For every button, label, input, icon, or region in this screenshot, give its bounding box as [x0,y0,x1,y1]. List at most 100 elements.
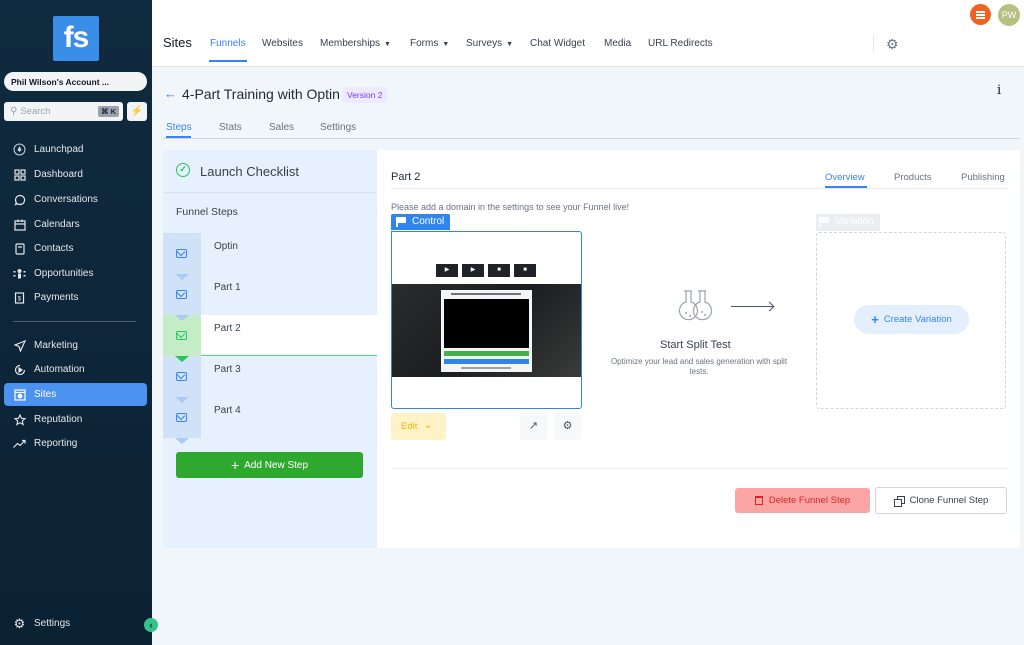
tab-publishing[interactable]: Publishing [961,172,1005,183]
sidebar-item-contacts[interactable]: Contacts [4,237,147,260]
sidebar-item-opportunities[interactable]: Opportunities [4,262,147,285]
sidebar-item-reputation[interactable]: Reputation [4,408,147,431]
funnel-step[interactable]: Part 3 [163,356,377,403]
account-switcher[interactable]: Phil Wilson's Account ... [4,72,147,91]
funnel-steps-panel: ✓ Launch Checklist Funnel Steps Optin Pa… [163,150,377,548]
sidebar-item-payments[interactable]: $ Payments [4,286,147,309]
lock-icon: ■ [488,264,510,277]
info-icon[interactable]: i [997,83,1001,98]
trend-icon [13,437,26,450]
gear-icon: ⚙ [13,615,26,631]
tab-products[interactable]: Products [894,172,932,183]
funnel-step-active[interactable]: Part 2 [163,315,377,362]
sidebar-item-label: Calendars [34,219,80,230]
launch-checklist[interactable]: ✓ Launch Checklist [163,150,377,193]
funnel-step[interactable]: Part 1 [163,274,377,321]
chat-icon [13,193,26,206]
sidebar-item-calendars[interactable]: Calendars [4,213,147,236]
sidebar-item-label: Automation [34,364,85,375]
chevron-down-icon: ▼ [506,41,514,48]
mail-icon [176,249,187,258]
split-test-description: Optimize your lead and sales generation … [610,357,788,376]
edit-dropdown-button[interactable]: Edit ⌄ [391,413,446,440]
quick-action-button[interactable]: ⚡ [127,102,147,121]
step-connector [175,356,189,362]
avatar[interactable]: PW [998,4,1020,26]
step-settings-button[interactable]: ⚙ [554,413,581,440]
chevron-down-icon: ⌄ [424,420,433,431]
logo: fs [53,16,99,61]
mail-icon [176,372,187,381]
sidebar-item-reporting[interactable]: Reporting [4,432,147,455]
top-nav-websites[interactable]: Websites [262,38,303,49]
step-title: Part 2 [391,171,421,183]
sidebar-item-conversations[interactable]: Conversations [4,188,147,211]
sidebar-item-dashboard[interactable]: Dashboard [4,163,147,186]
tab-stats[interactable]: Stats [219,122,242,133]
open-external-button[interactable]: ↗ [520,413,547,440]
star-icon [13,413,26,426]
delete-funnel-step-button[interactable]: Delete Funnel Step [735,488,870,513]
automation-icon [13,363,26,376]
sidebar-item-sites[interactable]: Sites [4,383,147,406]
step-detail-card: Part 2 Overview Products Publishing Plea… [377,150,1020,548]
sidebar-item-automation[interactable]: Automation [4,358,147,381]
plus-icon: + [871,312,879,327]
top-nav-chat-widget[interactable]: Chat Widget [530,38,585,49]
tab-sales[interactable]: Sales [269,122,294,133]
top-nav-media[interactable]: Media [604,38,631,49]
notifications-button[interactable] [970,4,991,25]
flask-icon [678,290,713,321]
collapse-sidebar-button[interactable]: ‹ [144,618,158,632]
sidebar-divider [13,321,136,322]
top-nav-memberships[interactable]: Memberships ▼ [320,38,391,49]
sites-settings-button[interactable]: ⚙ [886,36,899,54]
mail-icon [176,413,187,422]
search-input[interactable]: ⚲ Search ⌘ K [4,102,123,121]
top-nav-surveys[interactable]: Surveys ▼ [466,38,513,49]
control-tag: Control [391,214,451,230]
step-connector [175,315,189,321]
clone-funnel-step-button[interactable]: Clone Funnel Step [875,487,1007,514]
sidebar-item-launchpad[interactable]: Launchpad [4,138,147,161]
tabs-divider [163,138,1020,139]
variation-placeholder: + Create Variation [816,232,1006,409]
chevron-left-icon: ‹ [149,620,153,630]
calendar-icon [13,218,26,231]
gear-icon: ⚙ [562,420,573,432]
send-icon [13,339,26,352]
funnel-step[interactable]: Part 4 [163,397,377,444]
payments-icon: $ [13,291,26,304]
tab-settings[interactable]: Settings [320,122,356,133]
play-icon: ▶ [462,264,484,277]
rocket-icon [13,143,26,156]
sidebar-item-label: Reporting [34,438,78,449]
step-label: Part 2 [214,323,241,334]
domain-notice: Please add a domain in the settings to s… [391,202,630,212]
top-nav-url-redirects[interactable]: URL Redirects [648,38,713,49]
sidebar: fs Phil Wilson's Account ... ⚲ Search ⌘ K… [0,0,152,645]
step-label: Optin [214,241,238,252]
page-preview-thumbnail[interactable]: ▶ ▶ ■ ■ [391,231,582,409]
shortcut-badge: ⌘ K [98,106,119,117]
back-arrow-icon[interactable]: ← [164,86,177,101]
sidebar-item-label: Opportunities [34,268,94,279]
top-navigation: Sites Funnels Websites Memberships ▼ Form… [152,0,1024,67]
play-icon: ▶ [436,264,458,277]
search-icon: ⚲ [10,106,18,117]
lightning-icon: ⚡ [130,106,144,117]
tabs-divider [391,188,1009,189]
sidebar-item-label: Conversations [34,194,98,205]
top-nav-funnels[interactable]: Funnels [210,38,246,49]
top-nav-forms[interactable]: Forms ▼ [410,38,449,49]
sidebar-item-marketing[interactable]: Marketing [4,334,147,357]
contacts-icon [13,242,26,255]
sidebar-item-settings[interactable]: ⚙ Settings [4,612,147,635]
funnel-step[interactable]: Optin [163,233,377,280]
tab-overview[interactable]: Overview [825,172,865,183]
split-test-title: Start Split Test [660,339,731,351]
opportunities-icon [13,267,26,280]
create-variation-button[interactable]: + Create Variation [854,305,969,334]
add-new-step-button[interactable]: + Add New Step [176,452,363,478]
tab-steps[interactable]: Steps [166,122,192,133]
